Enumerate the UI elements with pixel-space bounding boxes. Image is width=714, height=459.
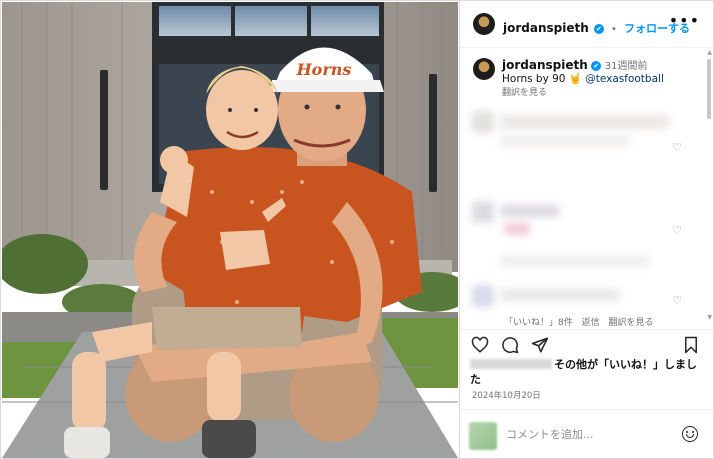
author-avatar[interactable]	[473, 13, 495, 35]
author-username[interactable]: jordanspieth	[503, 21, 589, 35]
more-options-icon[interactable]: •••	[669, 11, 700, 30]
caption-text: Horns by 90 🤘	[502, 73, 586, 85]
post-action-bar	[460, 329, 713, 360]
verified-badge-icon: ✔	[593, 24, 604, 34]
comment-like-heart-icon[interactable]: ♡	[672, 141, 682, 154]
comment-like-heart-icon[interactable]: ♡	[672, 294, 682, 307]
caption-username[interactable]: jordanspieth	[502, 58, 588, 72]
blurred-comment-avatar	[472, 201, 494, 223]
blurred-comment-avatar	[472, 111, 494, 133]
blurred-comment	[500, 135, 630, 147]
post-header: jordanspieth ✔ • フォローする •••	[460, 1, 713, 48]
blurred-comment	[500, 289, 620, 301]
blurred-comment	[500, 255, 650, 267]
comment-likes-count[interactable]: 「いいね！」8件	[504, 318, 573, 328]
comments-list-blurred: ♡ ♡ ♡	[464, 105, 700, 325]
current-user-avatar	[469, 422, 497, 450]
comment-translate-link[interactable]: 翻訳を見る	[609, 318, 654, 328]
like-heart-icon[interactable]	[471, 336, 489, 354]
caption-avatar[interactable]	[473, 58, 495, 80]
comment-reply-button[interactable]: 返信	[582, 318, 600, 328]
scroll-up-arrow-icon[interactable]: ▲	[707, 49, 712, 56]
blurred-comment-avatar	[472, 285, 494, 307]
comment-input[interactable]	[506, 428, 666, 441]
caption-time[interactable]: 31週間前	[605, 61, 648, 72]
blurred-comment	[500, 115, 670, 129]
caption-mention-link[interactable]: @texasfootball	[585, 73, 664, 85]
caption-text-line: Horns by 90 🤘 @texasfootball	[502, 72, 664, 85]
share-paper-plane-icon[interactable]	[531, 336, 549, 354]
save-bookmark-icon[interactable]	[682, 336, 700, 354]
caption-translate-link[interactable]: 翻訳を見る	[502, 85, 547, 98]
comments-scrollbar[interactable]	[707, 59, 711, 119]
post-side-panel: jordanspieth ✔ • フォローする ••• jordanspieth…	[459, 1, 713, 458]
blurred-comment	[504, 223, 530, 235]
caption-userline: jordanspieth ✔ 31週間前	[502, 57, 648, 72]
blurred-liker-name	[470, 359, 552, 369]
cap-logo-text: Horns	[296, 60, 352, 79]
comment-composer	[460, 409, 713, 458]
photo-illustration: Horns	[2, 2, 458, 458]
verified-badge-icon: ✔	[591, 61, 602, 71]
blurred-comment	[500, 205, 560, 217]
likes-summary[interactable]: その他が「いいね！」しました	[470, 357, 706, 387]
post-date[interactable]: 2024年10月20日	[472, 389, 541, 401]
header-userline: jordanspieth ✔ • フォローする	[503, 17, 690, 36]
comment-like-heart-icon[interactable]: ♡	[672, 224, 682, 237]
instagram-post-modal: Horns jordanspieth ✔ • フォローする ••• jordan…	[0, 0, 714, 459]
comment-bubble-icon[interactable]	[501, 336, 519, 354]
separator-dot: •	[610, 24, 617, 35]
comment-meta-row: 「いいね！」8件 返信 翻訳を見る	[504, 315, 660, 328]
scroll-down-arrow-icon[interactable]: ▼	[707, 314, 712, 321]
post-photo[interactable]: Horns	[2, 2, 458, 458]
emoji-picker-icon[interactable]	[682, 426, 698, 442]
